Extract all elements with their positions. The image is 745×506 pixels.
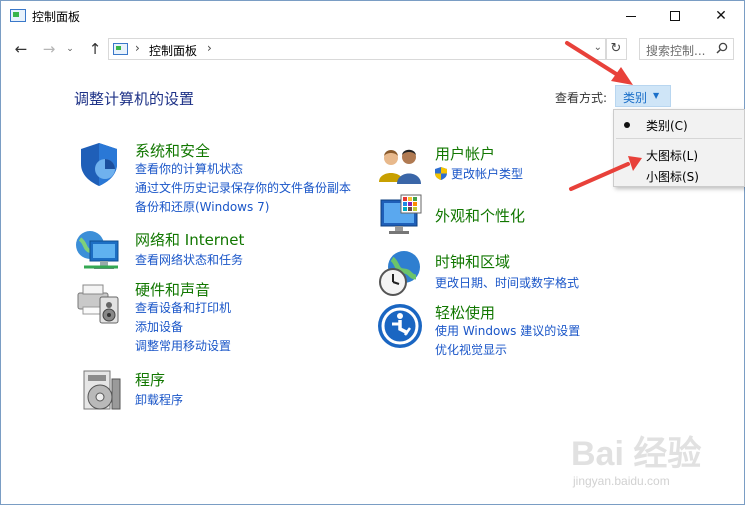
link-devices-printers[interactable]: 查看设备和打印机 (135, 299, 231, 316)
link-date-time-format[interactable]: 更改日期、时间或数字格式 (435, 274, 579, 291)
link-change-account-type[interactable]: 更改帐户类型 (435, 165, 523, 182)
selected-bullet-icon (624, 122, 630, 128)
menu-item-small-icons[interactable]: 小图标(S) (614, 164, 744, 186)
link-file-history[interactable]: 通过文件历史记录保存你的文件备份副本 (135, 179, 351, 196)
category-ease-of-access[interactable]: 轻松使用 (435, 302, 495, 323)
maximize-icon (670, 11, 680, 21)
link-recommended-settings[interactable]: 使用 Windows 建议的设置 (435, 322, 580, 339)
back-button[interactable]: ← (11, 39, 31, 59)
address-dropdown-icon[interactable]: ⌄ (594, 42, 602, 53)
breadcrumb-separator[interactable]: › (207, 41, 212, 55)
category-clock-region[interactable]: 时钟和区域 (435, 251, 510, 272)
maximize-button[interactable] (652, 1, 698, 31)
control-panel-icon (113, 43, 128, 55)
refresh-button[interactable]: ↻ (605, 38, 627, 60)
breadcrumb-control-panel[interactable]: 控制面板 (149, 42, 197, 59)
ease-of-access-icon[interactable] (376, 302, 424, 350)
menu-item-label: 小图标(S) (646, 170, 699, 184)
menu-item-category[interactable]: 类别(C) (614, 113, 744, 135)
minimize-button[interactable] (608, 1, 654, 31)
control-panel-window: 控制面板 ✕ ← → ⌄ ↑ › 控制面板 › ⌄ ↻ 搜索控制... 调整计算… (0, 0, 745, 505)
recent-locations-button[interactable]: ⌄ (63, 39, 77, 59)
category-user-accounts[interactable]: 用户帐户 (435, 143, 495, 164)
category-appearance[interactable]: 外观和个性化 (435, 205, 525, 226)
breadcrumb-separator[interactable]: › (135, 41, 140, 55)
search-input[interactable]: 搜索控制... (639, 38, 734, 60)
link-network-status[interactable]: 查看网络状态和任务 (135, 251, 243, 268)
watermark-url: jingyan.baidu.com (573, 474, 670, 488)
uac-shield-icon (435, 167, 447, 180)
link-optimize-display[interactable]: 优化视觉显示 (435, 341, 507, 358)
menu-divider (616, 138, 742, 139)
up-button[interactable]: ↑ (85, 39, 105, 59)
chevron-down-icon[interactable]: ▼ (653, 91, 659, 100)
link-mobility-settings[interactable]: 调整常用移动设置 (135, 337, 231, 354)
link-add-device[interactable]: 添加设备 (135, 318, 183, 335)
view-by-label: 查看方式: (555, 91, 608, 105)
view-by-dropdown[interactable]: 类别 ▼ (615, 85, 671, 107)
control-panel-icon (10, 9, 26, 22)
search-icon[interactable] (716, 42, 728, 57)
category-programs[interactable]: 程序 (135, 369, 165, 390)
minimize-icon (626, 15, 636, 17)
user-accounts-icon[interactable] (377, 142, 425, 190)
printer-speaker-icon[interactable] (74, 279, 122, 327)
menu-item-label: 类别(C) (646, 119, 688, 133)
forward-button[interactable]: → (39, 39, 59, 59)
link-label: 更改帐户类型 (451, 167, 524, 181)
clock-globe-icon[interactable] (376, 249, 424, 297)
link-uninstall-program[interactable]: 卸载程序 (135, 391, 183, 408)
network-globe-icon[interactable] (74, 227, 122, 275)
category-system-security[interactable]: 系统和安全 (135, 140, 210, 161)
watermark: Bai 经验 jingyan.baidu.com (571, 426, 731, 496)
view-by-menu: 类别(C) 大图标(L) 小图标(S) (613, 109, 745, 187)
appearance-icon[interactable] (377, 192, 425, 240)
watermark-text: Bai 经验 (571, 435, 702, 473)
close-button[interactable]: ✕ (698, 1, 744, 31)
search-placeholder: 搜索控制... (646, 44, 706, 58)
window-title: 控制面板 (32, 10, 81, 24)
link-view-computer-status[interactable]: 查看你的计算机状态 (135, 160, 243, 177)
category-network-internet[interactable]: 网络和 Internet (135, 229, 244, 250)
page-title: 调整计算机的设置 (74, 90, 195, 108)
view-by-value[interactable]: 类别 (623, 89, 647, 106)
shield-icon[interactable] (75, 140, 123, 188)
menu-item-large-icons[interactable]: 大图标(L) (614, 143, 744, 165)
link-backup-restore[interactable]: 备份和还原(Windows 7) (135, 198, 269, 215)
menu-item-label: 大图标(L) (646, 149, 699, 163)
category-hardware-sound[interactable]: 硬件和声音 (135, 279, 210, 300)
programs-icon[interactable] (78, 367, 126, 415)
title-bar: 控制面板 ✕ (1, 1, 744, 31)
address-bar[interactable]: › 控制面板 › ⌄ (108, 38, 607, 60)
